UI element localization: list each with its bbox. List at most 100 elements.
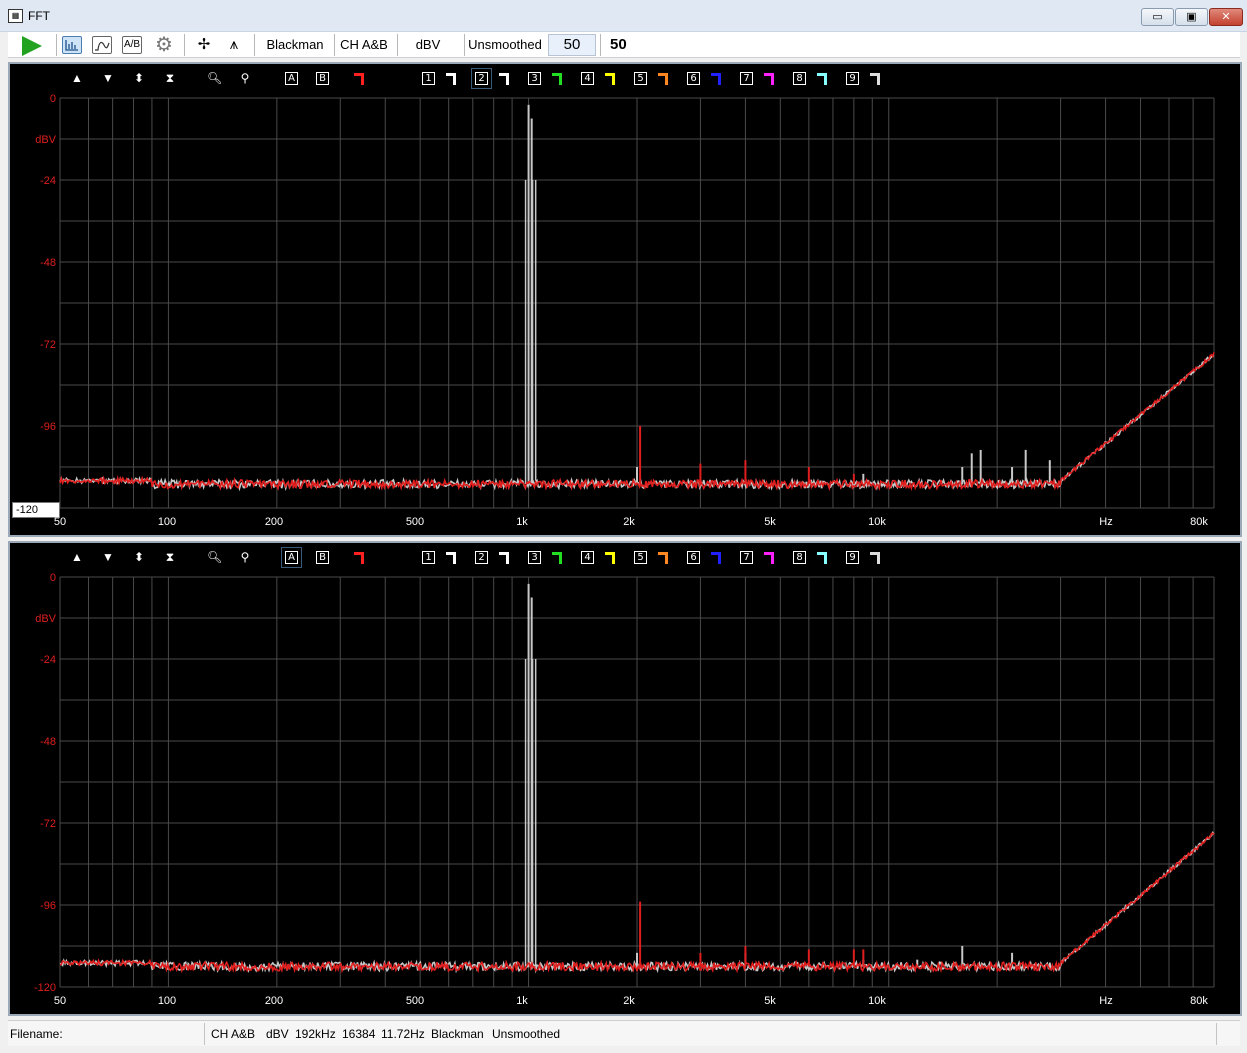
trace-color-icon[interactable] xyxy=(870,552,880,564)
window-title: FFT xyxy=(28,9,50,23)
trace-color-icon[interactable] xyxy=(552,552,562,564)
trace-slot-9[interactable]: 9 xyxy=(846,551,859,564)
trace-color-icon[interactable] xyxy=(817,552,827,564)
y-tick-label: -48 xyxy=(40,736,56,748)
trace-slot-4[interactable]: 4 xyxy=(581,72,594,85)
trace-color-icon[interactable] xyxy=(870,73,880,85)
peak-icon[interactable]: ⩚ xyxy=(222,32,246,58)
trace-slot-1[interactable]: 1 xyxy=(422,551,435,564)
compress-icon[interactable]: ⧗ xyxy=(163,70,177,86)
zoom-out-icon[interactable]: ⚲ xyxy=(238,70,252,86)
x-tick-label: 10k xyxy=(868,995,886,1007)
spectrum-plot-bottom[interactable]: ▲ ▼ ⬍ ⧗ 🔍︎ ⚲ A B 1 2 3 4 5 6 7 8 9 0 dBV -24 -48 -72 -96… xyxy=(8,541,1242,1016)
channel-b-toggle[interactable]: B xyxy=(316,72,329,85)
trace-color-icon[interactable] xyxy=(817,73,827,85)
spectrum-chart-bottom[interactable] xyxy=(10,543,1240,1014)
x-tick-label: 5k xyxy=(764,995,776,1007)
y-units-label: dBV xyxy=(35,134,56,146)
spectrum-icon[interactable] xyxy=(62,36,82,54)
trace-color-icon[interactable] xyxy=(446,552,456,564)
status-window: Blackman xyxy=(431,1027,484,1041)
spectrum-chart-top[interactable] xyxy=(10,64,1240,535)
grid xyxy=(59,576,1215,988)
trace-slot-5[interactable]: 5 xyxy=(634,551,647,564)
trace-color-icon[interactable] xyxy=(764,552,774,564)
x-tick-label: 500 xyxy=(405,516,425,528)
marker-trace-icon[interactable] xyxy=(354,552,364,564)
spectrum-plot-top[interactable]: ▲ ▼ ⬍ ⧗ 🔍︎ ⚲ A B 1 2 3 4 5 6 7 8 9 0 dBV -24 -48 -72 -96… xyxy=(8,62,1242,537)
x-tick-label: 2k xyxy=(623,516,635,528)
trace-color-icon[interactable] xyxy=(658,552,668,564)
x-tick-label: 50 xyxy=(53,516,67,528)
trace-color-icon[interactable] xyxy=(764,73,774,85)
status-units: dBV xyxy=(266,1027,289,1041)
units-select[interactable]: dBV xyxy=(400,32,456,58)
x-tick-label: 50 xyxy=(53,995,67,1007)
y-tick-label: -48 xyxy=(40,257,56,269)
trace-slot-8[interactable]: 8 xyxy=(793,551,806,564)
x-tick-label: 1k xyxy=(516,995,528,1007)
x-tick-label: 200 xyxy=(264,995,284,1007)
trace-slot-1[interactable]: 1 xyxy=(422,72,435,85)
trace-color-icon[interactable] xyxy=(711,73,721,85)
trace-color-icon[interactable] xyxy=(711,552,721,564)
trace-color-icon[interactable] xyxy=(605,552,615,564)
expand-icon[interactable]: ⬍ xyxy=(132,70,146,86)
status-rate: 192kHz xyxy=(295,1027,336,1041)
zoom-out-icon[interactable]: ⚲ xyxy=(238,549,252,565)
smoothing-select[interactable]: Unsmoothed xyxy=(466,32,544,58)
close-button[interactable]: ✕ xyxy=(1209,8,1243,26)
trace-slot-2[interactable]: 2 xyxy=(475,551,488,564)
y-tick-label: -72 xyxy=(40,339,56,351)
trace-slot-8[interactable]: 8 xyxy=(793,72,806,85)
trace-slot-6[interactable]: 6 xyxy=(687,72,700,85)
title-bar: ▦ FFT ▭ ▣ ✕ xyxy=(0,0,1247,32)
scale-up-icon[interactable]: ▲ xyxy=(70,70,84,86)
scale-down-icon[interactable]: ▼ xyxy=(101,70,115,86)
trace-slot-9[interactable]: 9 xyxy=(846,72,859,85)
x-tick-label: 100 xyxy=(157,516,177,528)
channel-b-toggle[interactable]: B xyxy=(316,551,329,564)
channel-a-toggle[interactable]: A xyxy=(281,547,302,568)
trace-color-icon[interactable] xyxy=(605,73,615,85)
x-tick-label: 100 xyxy=(157,995,177,1007)
trace-slot-7[interactable]: 7 xyxy=(740,551,753,564)
y-tick-label: -24 xyxy=(40,654,56,666)
y-tick-label: -72 xyxy=(40,818,56,830)
trace-slot-6[interactable]: 6 xyxy=(687,551,700,564)
trace-color-icon[interactable] xyxy=(499,73,509,85)
zoom-in-icon[interactable]: 🔍︎ xyxy=(207,549,222,565)
maximize-button[interactable]: ▣ xyxy=(1175,8,1208,26)
averages-input[interactable]: 50 xyxy=(548,34,596,56)
channel-a-toggle[interactable]: A xyxy=(285,72,298,85)
status-channel: CH A&B xyxy=(211,1027,256,1041)
trace-slot-3[interactable]: 3 xyxy=(528,551,541,564)
trace-color-icon[interactable] xyxy=(499,552,509,564)
cursor-icon[interactable]: ✢ xyxy=(192,32,216,58)
trace-slot-2[interactable]: 2 xyxy=(471,68,492,89)
marker-trace-icon[interactable] xyxy=(354,73,364,85)
status-resolution: 11.72Hz xyxy=(381,1027,425,1041)
channel-select[interactable]: CH A&B xyxy=(336,32,392,58)
settings-icon[interactable]: ⚙ xyxy=(152,32,176,58)
trace-color-icon[interactable] xyxy=(552,73,562,85)
trace-slot-3[interactable]: 3 xyxy=(528,72,541,85)
play-icon[interactable] xyxy=(22,36,42,56)
trace-slot-5[interactable]: 5 xyxy=(634,72,647,85)
ab-icon[interactable]: A/B xyxy=(122,36,142,54)
zoom-in-icon[interactable]: 🔍︎ xyxy=(207,70,222,86)
trace-color-icon[interactable] xyxy=(446,73,456,85)
curve-icon[interactable] xyxy=(92,36,112,54)
window-function-select[interactable]: Blackman xyxy=(258,32,332,58)
x-tick-label: 500 xyxy=(405,995,425,1007)
compress-icon[interactable]: ⧗ xyxy=(163,549,177,565)
filename-label: Filename: xyxy=(10,1027,63,1041)
scale-up-icon[interactable]: ▲ xyxy=(70,549,84,565)
trace-slot-4[interactable]: 4 xyxy=(581,551,594,564)
expand-icon[interactable]: ⬍ xyxy=(132,549,146,565)
scale-down-icon[interactable]: ▼ xyxy=(101,549,115,565)
x-tick-label: 2k xyxy=(623,995,635,1007)
trace-color-icon[interactable] xyxy=(658,73,668,85)
trace-slot-7[interactable]: 7 xyxy=(740,72,753,85)
minimize-button[interactable]: ▭ xyxy=(1141,8,1174,26)
